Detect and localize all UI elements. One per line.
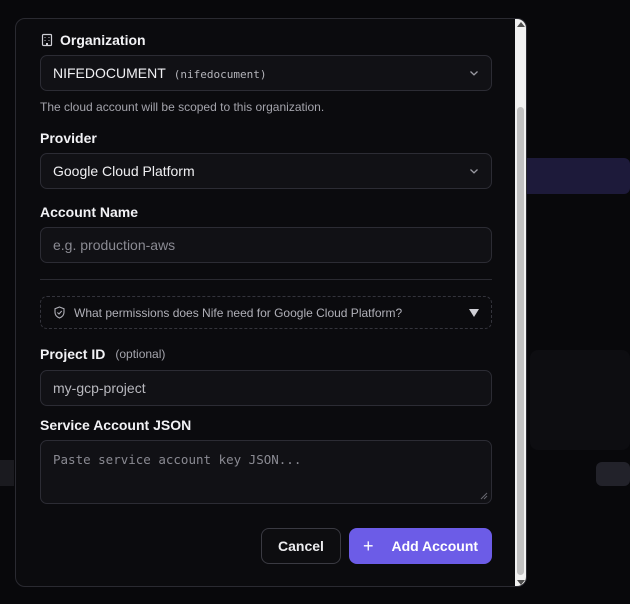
organization-select[interactable]: NIFEDOCUMENT (nifedocument)	[40, 55, 492, 91]
project-id-input[interactable]: my-gcp-project	[40, 370, 492, 406]
service-account-label-text: Service Account JSON	[40, 417, 192, 433]
shield-check-icon	[54, 306, 65, 319]
chevron-down-icon	[470, 169, 478, 174]
building-icon	[41, 33, 53, 47]
service-account-placeholder: Paste service account key JSON...	[53, 452, 302, 467]
organization-selected-name: NIFEDOCUMENT	[53, 65, 166, 81]
dialog-scroll-area[interactable]: Organization NIFEDOCUMENT (nifedocument)…	[16, 19, 516, 586]
cancel-button[interactable]: Cancel	[261, 528, 341, 564]
service-account-json-textarea[interactable]: Paste service account key JSON...	[40, 440, 492, 504]
chevron-down-icon	[470, 71, 478, 76]
project-id-label-text: Project ID	[40, 346, 106, 362]
background-left-tab	[0, 460, 14, 486]
provider-label-text: Provider	[40, 130, 97, 146]
provider-select[interactable]: Google Cloud Platform	[40, 153, 492, 189]
service-account-label: Service Account JSON	[40, 417, 191, 433]
caret-down-icon	[469, 308, 479, 317]
project-id-label: Project ID (optional)	[40, 346, 165, 362]
plus-icon: +	[362, 536, 374, 556]
vertical-scrollbar[interactable]	[515, 19, 526, 586]
organization-help-text: The cloud account will be scoped to this…	[40, 100, 325, 114]
account-name-placeholder: e.g. production-aws	[53, 237, 176, 253]
project-id-optional-tag: (optional)	[115, 347, 166, 361]
organization-label-text: Organization	[60, 32, 146, 48]
provider-label: Provider	[40, 130, 97, 146]
account-name-label-text: Account Name	[40, 204, 139, 220]
cancel-button-label: Cancel	[278, 538, 324, 554]
background-card	[530, 350, 630, 450]
permissions-disclosure[interactable]: What permissions does Nife need for Goog…	[40, 296, 492, 329]
add-cloud-account-dialog: Organization NIFEDOCUMENT (nifedocument)…	[15, 18, 527, 587]
organization-label: Organization	[40, 32, 146, 48]
background-bar	[520, 158, 630, 194]
provider-selected-value: Google Cloud Platform	[53, 163, 195, 179]
permissions-disclosure-text: What permissions does Nife need for Goog…	[74, 305, 403, 320]
account-name-input[interactable]: e.g. production-aws	[40, 227, 492, 263]
organization-selected-slug: (nifedocument)	[173, 68, 267, 81]
resize-grip-icon[interactable]	[480, 492, 488, 500]
section-divider	[40, 279, 492, 280]
account-name-label: Account Name	[40, 204, 138, 220]
scroll-up-arrow-icon[interactable]	[517, 22, 525, 27]
scrollbar-thumb[interactable]	[517, 107, 524, 575]
project-id-value: my-gcp-project	[53, 380, 146, 396]
add-account-button-label: Add Account	[391, 538, 479, 554]
add-account-button[interactable]: + Add Account	[349, 528, 492, 564]
permissions-disclosure-label: What permissions does Nife need for Goog…	[53, 306, 402, 320]
background-pill	[596, 462, 630, 486]
scroll-down-arrow-icon[interactable]	[517, 580, 525, 585]
organization-selected-value: NIFEDOCUMENT (nifedocument)	[53, 65, 267, 81]
